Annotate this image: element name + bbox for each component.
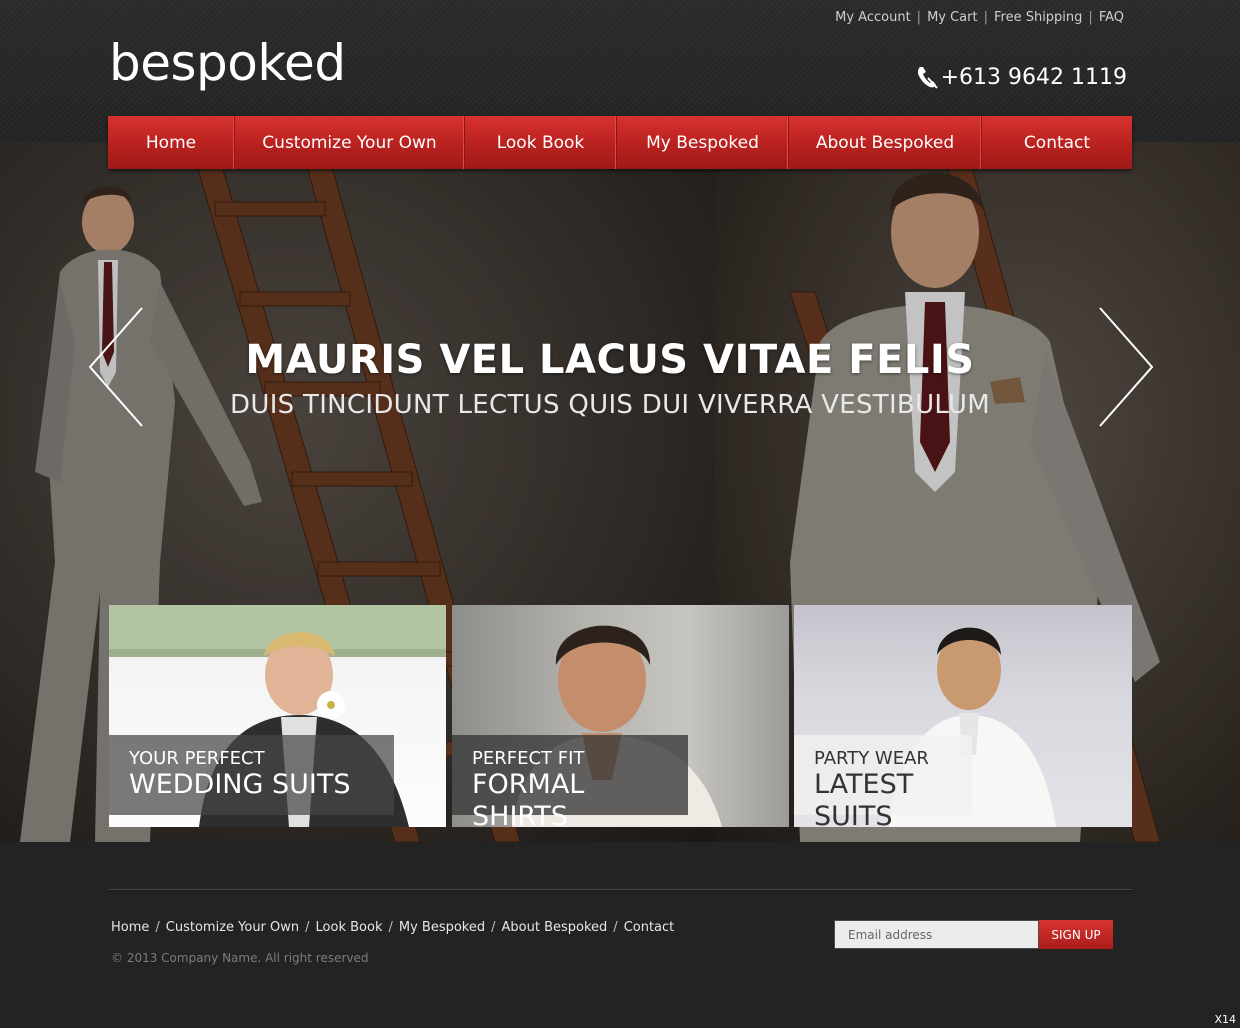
feature-tile-formal-shirts[interactable]: PERFECT FIT FORMAL SHIRTS [452,605,789,827]
my-account-link[interactable]: My Account [835,10,911,25]
footer-link-home[interactable]: Home [111,920,149,935]
slide-subtitle: DUIS TINCIDUNT LECTUS QUIS DUI VIVERRA V… [230,390,990,420]
email-input[interactable] [834,920,1039,949]
free-shipping-link[interactable]: Free Shipping [994,10,1082,25]
tile-heading: FORMAL SHIRTS [472,769,585,827]
nav-item-about-bespoked[interactable]: About Bespoked [789,116,982,169]
brand-logo[interactable]: bespoked [109,34,346,92]
site-footer: Home / Customize Your Own / Look Book / … [0,842,1240,1028]
separator: / [155,920,160,935]
tile-heading: LATEST SUITS [814,769,914,827]
feature-tile-latest-suits[interactable]: PARTY WEAR LATEST SUITS [794,605,1132,827]
footer-link-customize-your-own[interactable]: Customize Your Own [166,920,299,935]
feature-tile-wedding-suits[interactable]: YOUR PERFECT WEDDING SUITS [109,605,446,827]
tile-caption: PERFECT FIT FORMAL SHIRTS [452,735,688,827]
nav-item-my-bespoked[interactable]: My Bespoked [617,116,789,169]
tile-caption: YOUR PERFECT WEDDING SUITS [109,735,394,815]
tile-heading: WEDDING SUITS [129,769,351,800]
footer-link-look-book[interactable]: Look Book [316,920,383,935]
footer-divider [109,889,1132,890]
sign-up-button[interactable]: SIGN UP [1039,920,1113,949]
footer-link-about-bespoked[interactable]: About Bespoked [502,920,608,935]
separator: | [1088,10,1093,25]
nav-item-home[interactable]: Home [108,116,235,169]
chevron-right-icon[interactable] [1096,306,1156,428]
separator: / [305,920,310,935]
separator: | [983,10,988,25]
tile-kicker: YOUR PERFECT [129,748,265,769]
footer-nav: Home / Customize Your Own / Look Book / … [111,920,674,935]
tile-kicker: PERFECT FIT [472,748,585,769]
my-cart-link[interactable]: My Cart [927,10,978,25]
nav-item-customize-your-own[interactable]: Customize Your Own [235,116,465,169]
footer-link-contact[interactable]: Contact [624,920,675,935]
separator: / [491,920,496,935]
tile-caption: PARTY WEAR LATEST SUITS [794,735,972,827]
separator: / [388,920,393,935]
footer-link-my-bespoked[interactable]: My Bespoked [399,920,485,935]
newsletter-signup: SIGN UP [834,920,1113,949]
chevron-left-icon[interactable] [86,306,146,428]
slide-title: MAURIS VEL LACUS VITAE FELIS [245,337,975,383]
corner-badge: X14 [1214,1013,1236,1026]
phone-number: +613 9642 1119 [940,64,1127,90]
separator: | [916,10,922,25]
faq-link[interactable]: FAQ [1099,10,1124,25]
copyright-text: © 2013 Company Name. All right reserved [111,951,369,965]
separator: / [613,920,618,935]
nav-item-look-book[interactable]: Look Book [465,116,617,169]
utility-links: My Account | My Cart | Free Shipping | F… [835,10,1124,25]
phone-icon [917,67,938,89]
tile-kicker: PARTY WEAR [814,748,929,769]
main-nav: Home Customize Your Own Look Book My Bes… [108,116,1132,169]
nav-item-contact[interactable]: Contact [982,116,1132,169]
phone-contact: +613 9642 1119 [915,64,1127,90]
